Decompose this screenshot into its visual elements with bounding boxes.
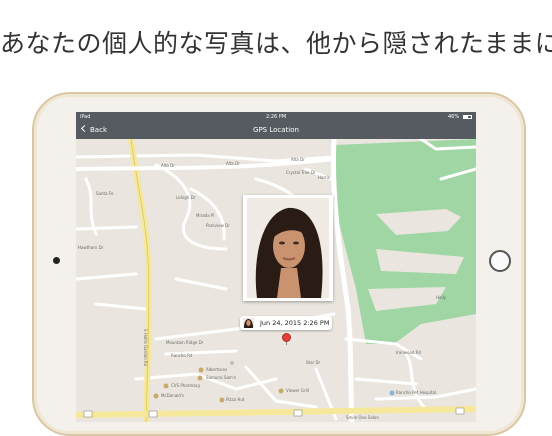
poi-label: McDonald's [161,393,184,398]
avatar [243,318,254,328]
poi-label: Albertsons [206,367,227,372]
front-camera [53,257,60,264]
headline: あなたの個人的な写真は、他から隠されたままに [0,29,552,58]
poi-label: Rancho Pet Hospital [396,390,436,395]
page-title: GPS Location [253,126,299,134]
navigation-bar: Back GPS Location [76,122,476,139]
screen: iPad 2:26 PM 46% Back GPS Location Alta … [76,112,476,422]
poi-label: Smile One Salon [346,415,379,420]
location-callout[interactable]: Jun 24, 2015 2:26 PM [240,316,332,330]
street-label: Hawthorn Dr [78,245,104,250]
device-name: iPad [80,114,91,120]
battery-percent: 46% [448,114,460,120]
photo-card[interactable] [243,195,333,301]
street-label: Alta Dr [291,157,305,162]
street-label: S Hollis Garden Rd [143,329,148,367]
status-time: 2:26 PM [266,114,287,120]
poi-label: CVS Pharmacy [171,383,201,388]
poi-label: Pizza Hut [226,397,245,402]
callout-timestamp: Jun 24, 2015 2:26 PM [260,319,330,327]
home-button[interactable] [489,250,511,272]
battery-icon [463,115,472,119]
poi-label: Viewer Grill [286,388,309,393]
street-label: Rancho Rd [171,353,193,358]
street-label: Ironwood Rd [396,350,421,355]
ipad-frame: iPad 2:26 PM 46% Back GPS Location Alta … [32,92,526,436]
street-label: Harris [318,175,330,180]
location-pin-icon[interactable] [283,334,290,341]
street-label: Alta Dr [161,163,175,168]
street-label: Crystal Tree Dr [286,170,316,175]
street-label: Parkview Dr [206,223,230,228]
street-label: Mountain Ridge Dr [166,340,204,345]
street-label: Holly [436,295,447,300]
portrait-photo [247,198,329,298]
street-label: Alta Dr [226,161,240,166]
street-label: Star Dr [306,360,321,365]
poi-label: Samurai Sam's [206,375,236,380]
street-label: Lehigh Dr [176,195,196,200]
street-label: Santa Fe [96,191,114,196]
status-bar: iPad 2:26 PM 46% [76,112,476,122]
street-label: Mirada Pl [196,213,214,218]
